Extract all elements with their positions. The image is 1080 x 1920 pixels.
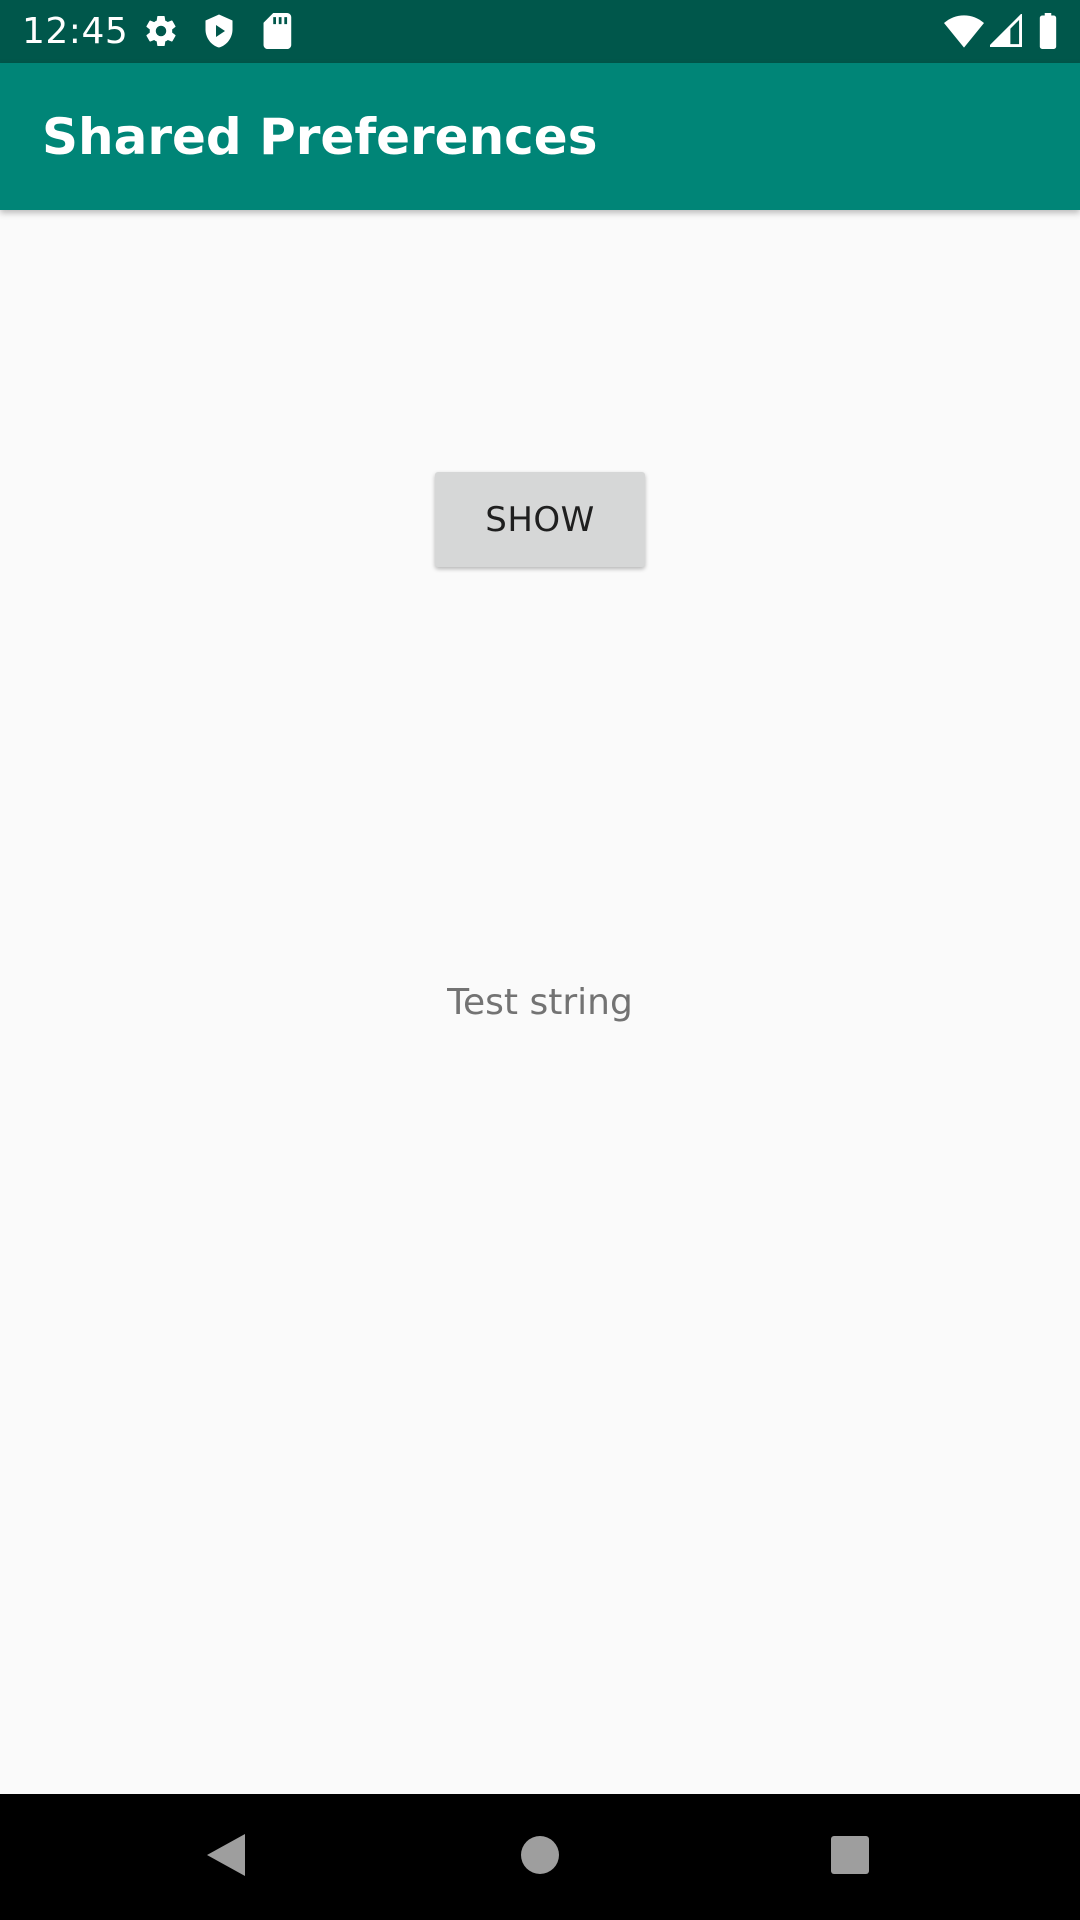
app-title: Shared Preferences [42, 108, 598, 166]
battery-icon [1038, 13, 1058, 49]
result-text: Test string [447, 982, 633, 1023]
app-bar: Shared Preferences [0, 63, 1080, 210]
status-bar: 12:45 [0, 0, 1080, 63]
back-icon [205, 1832, 247, 1883]
cell-signal-icon [990, 14, 1022, 48]
sd-card-icon [260, 13, 292, 49]
home-button[interactable] [460, 1794, 620, 1920]
back-button[interactable] [146, 1794, 306, 1920]
status-time: 12:45 [22, 11, 129, 52]
shield-play-icon [201, 13, 237, 49]
wifi-icon [944, 14, 984, 48]
home-icon [520, 1835, 560, 1880]
gear-icon [143, 13, 179, 49]
show-button[interactable]: SHOW [435, 472, 645, 567]
recents-icon [830, 1835, 870, 1880]
recents-button[interactable] [770, 1794, 930, 1920]
navigation-bar [0, 1794, 1080, 1920]
